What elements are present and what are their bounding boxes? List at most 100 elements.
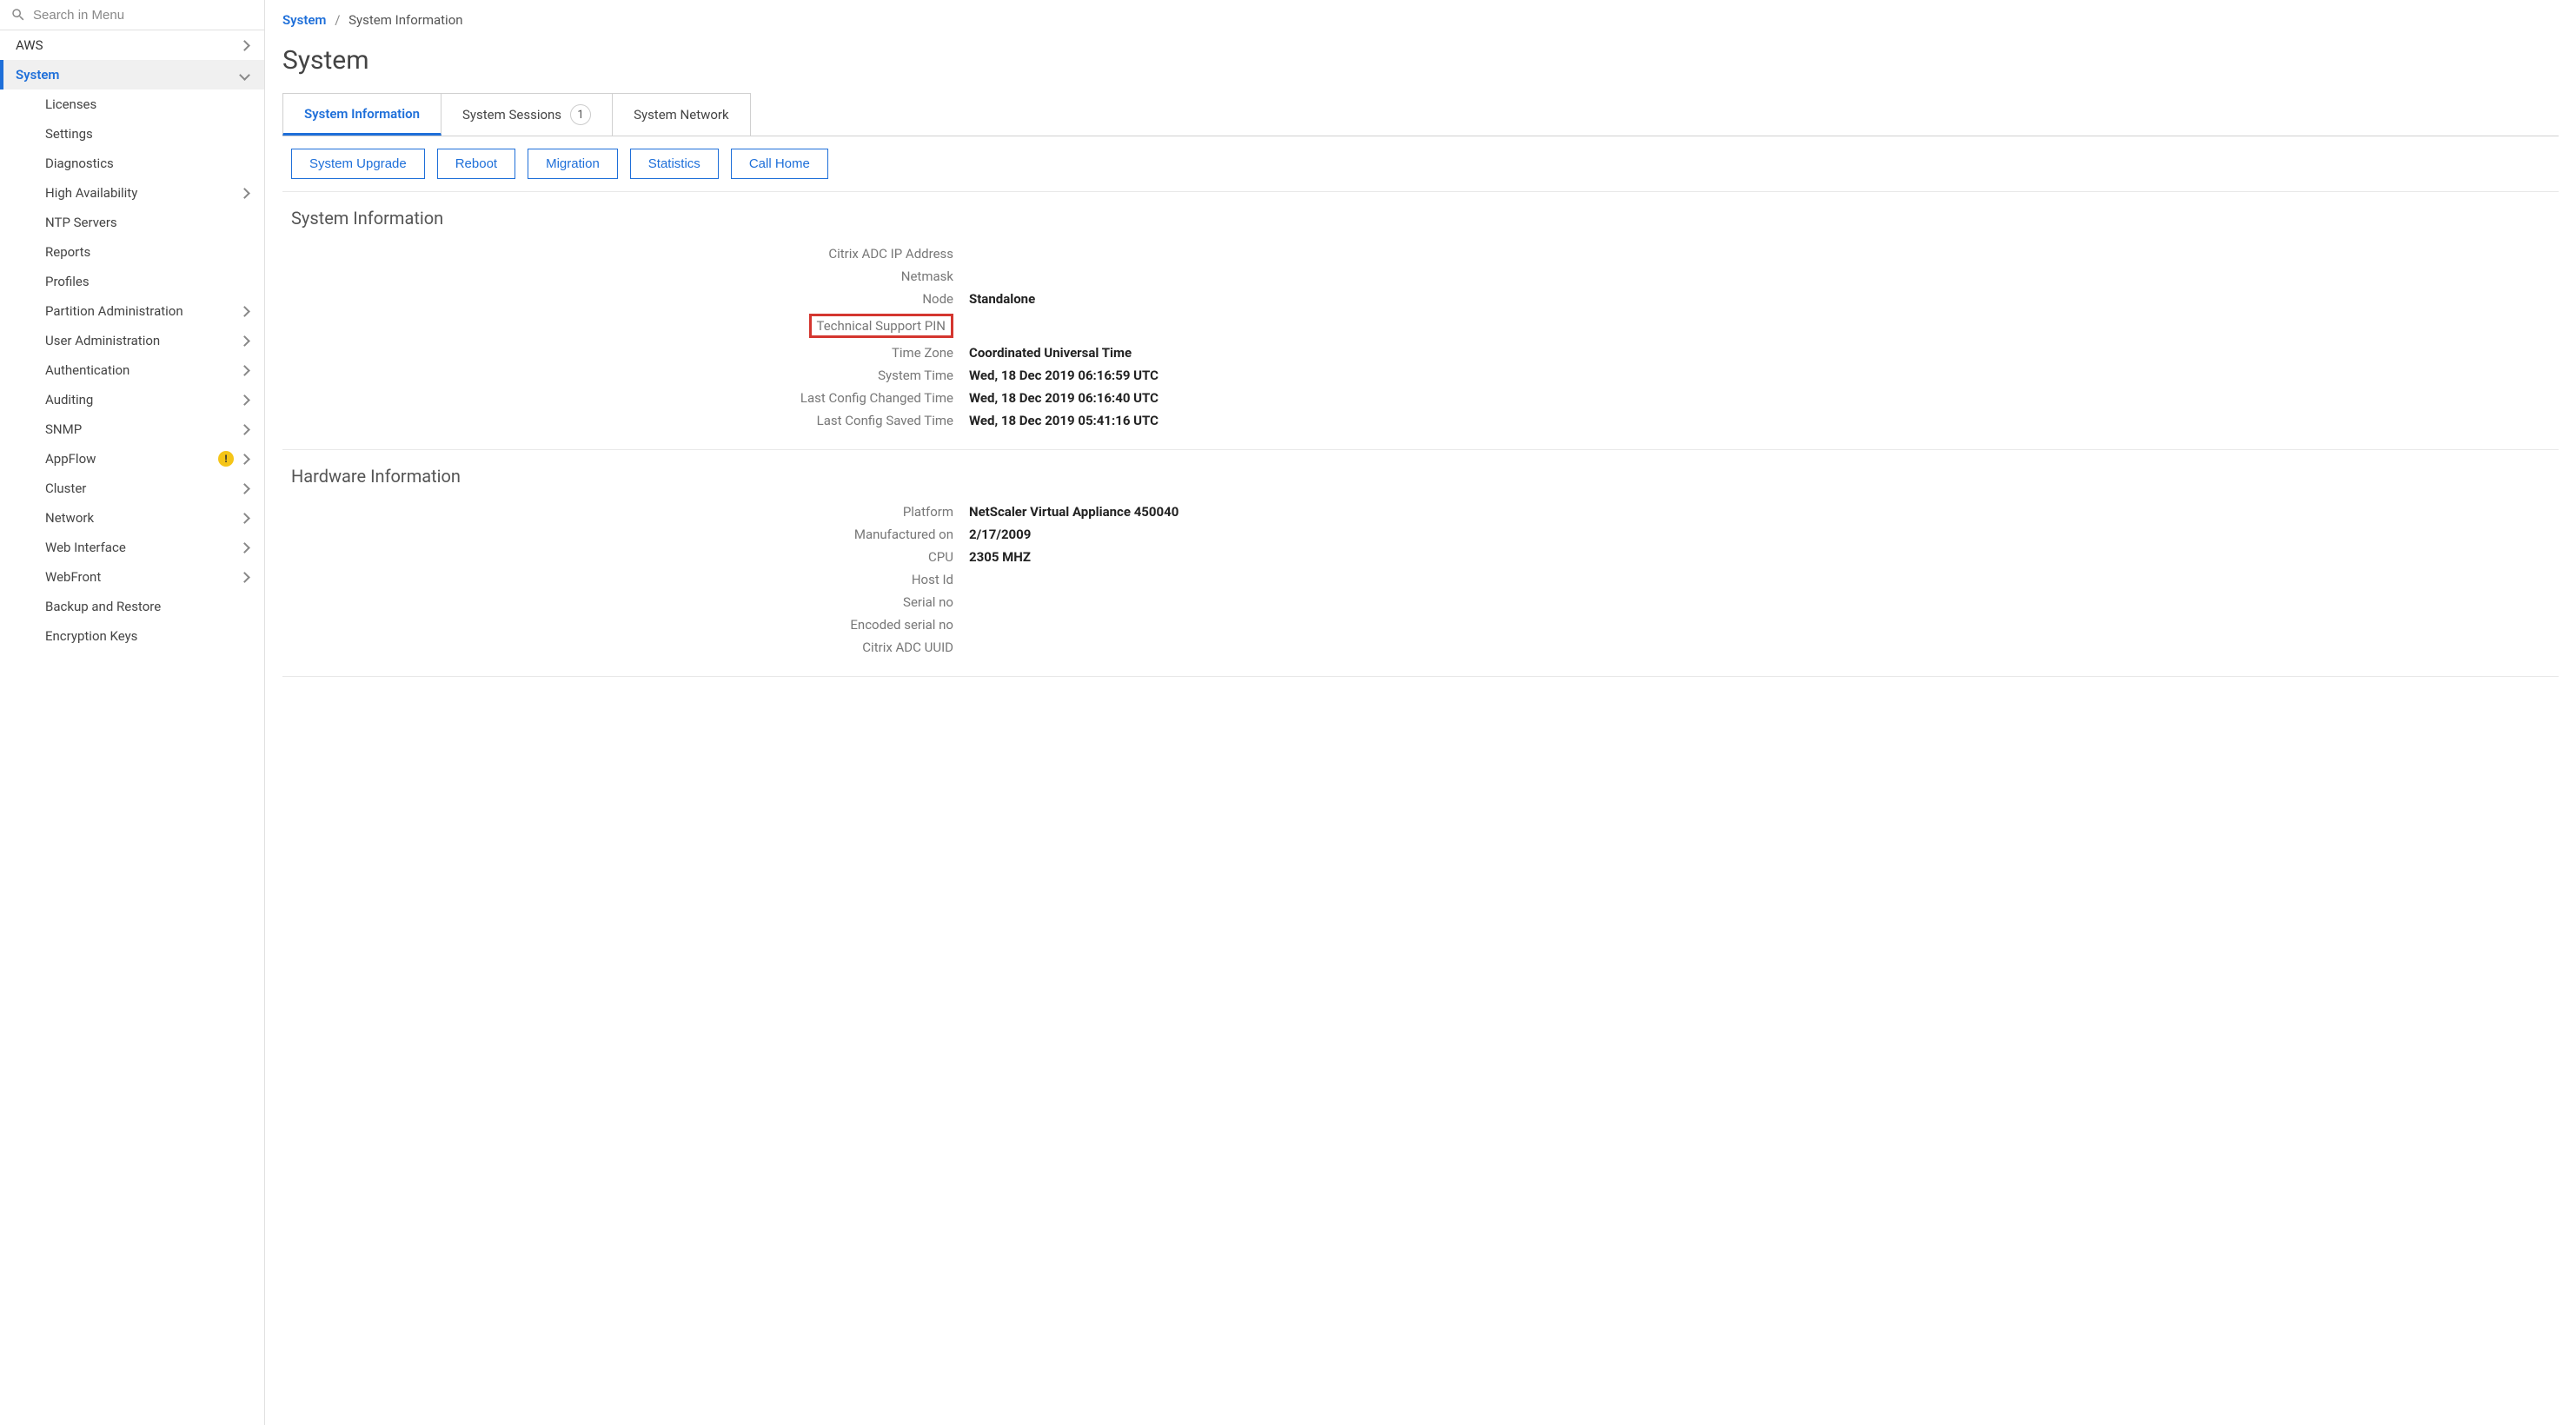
sidebar-item-label: Licenses [45,96,96,112]
system-info-panel: System Information Citrix ADC IP Address… [282,192,2559,450]
kv-row: Citrix ADC IP Address [291,246,2550,262]
kv-value: NetScaler Virtual Appliance 450040 [969,504,2550,520]
kv-row: CPU2305 MHZ [291,549,2550,565]
sidebar-item-label: SNMP [45,421,82,437]
warning-icon: ! [218,451,234,467]
chevron-right-icon [241,392,249,408]
sidebar-item-label: Profiles [45,274,90,289]
kv-label: Manufactured on [291,527,969,542]
kv-label: Technical Support PIN [291,314,969,338]
hardware-info-title: Hardware Information [291,466,2550,487]
kv-row: Host Id [291,572,2550,587]
chevron-right-icon [241,37,249,53]
call-home-button[interactable]: Call Home [731,149,828,179]
kv-label: System Time [291,368,969,383]
kv-value: Standalone [969,291,2550,307]
sidebar-item-webfront[interactable]: WebFront [0,562,264,592]
sidebar-item-label: Encryption Keys [45,628,137,644]
sidebar-item-label: NTP Servers [45,215,117,230]
kv-label: Netmask [291,268,969,284]
highlighted-label: Technical Support PIN [809,314,954,338]
sidebar-item-diagnostics[interactable]: Diagnostics [0,149,264,178]
tab-system-information[interactable]: System Information [282,93,442,136]
kv-value: Wed, 18 Dec 2019 06:16:40 UTC [969,390,2550,406]
tab-label: System Information [304,106,420,122]
system-upgrade-button[interactable]: System Upgrade [291,149,425,179]
reboot-button[interactable]: Reboot [437,149,515,179]
sidebar-item-label: High Availability [45,185,137,201]
chevron-right-icon [241,569,249,585]
kv-label: Citrix ADC IP Address [291,246,969,262]
sidebar-item-label: Cluster [45,481,86,496]
sidebar-item-label: Auditing [45,392,93,408]
sidebar-item-label: AWS [16,37,43,53]
sidebar-item-label: AppFlow [45,451,96,467]
sidebar-item-reports[interactable]: Reports [0,237,264,267]
statistics-button[interactable]: Statistics [630,149,719,179]
chevron-right-icon [241,421,249,437]
sidebar-nav: AWS System Licenses SettingsDiagnostics High… [0,30,264,1425]
chevron-right-icon [241,510,249,526]
sidebar-item-label: Partition Administration [45,303,183,319]
tab-system-network[interactable]: System Network [612,93,751,136]
sidebar-item-network[interactable]: Network [0,503,264,533]
kv-row: Technical Support PIN [291,314,2550,338]
kv-row: Serial no [291,594,2550,610]
kv-value: Wed, 18 Dec 2019 06:16:59 UTC [969,368,2550,383]
sidebar-item-partition-administration[interactable]: Partition Administration [0,296,264,326]
breadcrumb-root[interactable]: System [282,12,326,28]
kv-label: Encoded serial no [291,617,969,633]
sidebar-item-encryption-keys[interactable]: Encryption Keys [0,621,264,651]
kv-row: Manufactured on2/17/2009 [291,527,2550,542]
migration-button[interactable]: Migration [528,149,618,179]
kv-label: Host Id [291,572,969,587]
main-content: System / System Information System Syste… [265,0,2576,1425]
sidebar-item-aws[interactable]: AWS [0,30,264,60]
chevron-right-icon [241,540,249,555]
kv-label: Last Config Saved Time [291,413,969,428]
kv-row: Netmask [291,268,2550,284]
sidebar-item-high-availability[interactable]: High Availability [0,178,264,208]
search-input[interactable] [33,8,254,23]
kv-row: PlatformNetScaler Virtual Appliance 4500… [291,504,2550,520]
breadcrumb-current: System Information [349,12,462,28]
sidebar-item-appflow[interactable]: AppFlow! [0,444,264,474]
sidebar-item-cluster[interactable]: Cluster [0,474,264,503]
sidebar-item-snmp[interactable]: SNMP [0,414,264,444]
tab-system-sessions[interactable]: System Sessions1 [441,93,613,136]
sidebar-item-system[interactable]: System [0,60,264,89]
tab-count-badge: 1 [570,104,591,125]
sidebar-item-settings[interactable]: Settings [0,119,264,149]
sidebar-item-label: Reports [45,244,90,260]
sidebar-item-authentication[interactable]: Authentication [0,355,264,385]
chevron-right-icon [241,451,249,467]
action-row: System Upgrade Reboot Migration Statistics C… [282,136,2559,192]
chevron-right-icon [241,185,249,201]
sidebar-item-auditing[interactable]: Auditing [0,385,264,414]
sidebar-item-label: Network [45,510,94,526]
chevron-down-icon [241,67,249,83]
kv-label: Time Zone [291,345,969,361]
page-title: System [282,45,2559,76]
sidebar-item-licenses[interactable]: Licenses [0,89,264,119]
chevron-right-icon [241,303,249,319]
kv-row: NodeStandalone [291,291,2550,307]
kv-value: Coordinated Universal Time [969,345,2550,361]
sidebar: AWS System Licenses SettingsDiagnostics High… [0,0,265,1425]
sidebar-item-label: User Administration [45,333,160,348]
breadcrumb-separator: / [335,12,340,28]
hardware-info-list: PlatformNetScaler Virtual Appliance 4500… [291,504,2550,655]
kv-row: Last Config Saved TimeWed, 18 Dec 2019 0… [291,413,2550,428]
kv-row: Time ZoneCoordinated Universal Time [291,345,2550,361]
sidebar-item-web-interface[interactable]: Web Interface [0,533,264,562]
sidebar-item-ntp-servers[interactable]: NTP Servers [0,208,264,237]
chevron-right-icon [241,362,249,378]
sidebar-item-label: Backup and Restore [45,599,161,614]
sidebar-item-user-administration[interactable]: User Administration [0,326,264,355]
kv-row: Encoded serial no [291,617,2550,633]
sidebar-item-profiles[interactable]: Profiles [0,267,264,296]
tab-label: System Network [634,107,729,123]
sidebar-item-backup-and-restore[interactable]: Backup and Restore [0,592,264,621]
sidebar-item-label: Web Interface [45,540,126,555]
kv-label: Serial no [291,594,969,610]
